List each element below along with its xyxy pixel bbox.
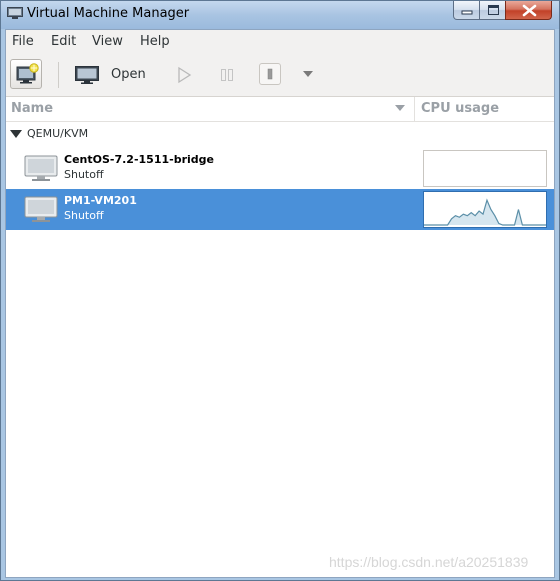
app-window: Virtual Machine Manager File Edit View H… (0, 0, 560, 581)
cpu-usage-graph (423, 191, 547, 228)
minimize-icon (461, 10, 473, 15)
vm-monitor-icon (24, 155, 58, 181)
power-icon (267, 68, 273, 80)
maximize-icon (488, 5, 499, 15)
cpu-usage-graph (423, 150, 547, 187)
menu-file[interactable]: File (12, 34, 34, 49)
new-vm-icon (16, 63, 39, 84)
close-button[interactable] (505, 1, 552, 20)
expander-arrow-icon[interactable] (10, 130, 22, 138)
column-name-header[interactable]: Name (11, 101, 53, 116)
vm-row[interactable]: PM1-VM201 Shutoff (6, 189, 554, 230)
menu-edit[interactable]: Edit (51, 34, 76, 49)
cpu-graph-area (424, 200, 546, 225)
app-icon (7, 7, 23, 19)
vm-row[interactable]: CentOS-7.2-1511-bridge Shutoff (6, 148, 554, 189)
vm-monitor-icon (24, 196, 58, 222)
pause-icon[interactable] (219, 66, 235, 84)
vm-name: PM1-VM201 (64, 194, 137, 207)
connection-label: QEMU/KVM (27, 127, 89, 140)
title-bar[interactable]: Virtual Machine Manager (1, 1, 559, 29)
column-header: Name CPU usage (6, 97, 554, 122)
menu-bar: File Edit View Help (6, 30, 554, 54)
sort-arrow-icon[interactable] (395, 105, 405, 111)
vm-name: CentOS-7.2-1511-bridge (64, 153, 214, 166)
column-divider[interactable] (414, 97, 415, 121)
vm-status: Shutoff (64, 168, 104, 181)
monitor-icon[interactable] (75, 66, 99, 84)
chevron-down-icon[interactable] (302, 70, 314, 78)
toolbar-separator (58, 62, 59, 88)
maximize-button[interactable] (479, 1, 506, 20)
open-button[interactable]: Open (111, 67, 146, 82)
minimize-button[interactable] (453, 1, 480, 20)
menu-help[interactable]: Help (140, 34, 170, 49)
window-title: Virtual Machine Manager (27, 6, 190, 21)
column-cpu-header[interactable]: CPU usage (421, 101, 499, 116)
play-icon[interactable] (176, 66, 192, 84)
new-vm-button[interactable] (10, 59, 42, 89)
vm-status: Shutoff (64, 209, 104, 222)
shutdown-button[interactable] (259, 63, 281, 85)
client-area: File Edit View Help Open Name CPU usage … (5, 29, 555, 578)
menu-view[interactable]: View (92, 34, 123, 49)
close-icon (522, 4, 537, 17)
watermark: https://blog.csdn.net/a20251839 (329, 554, 529, 570)
connection-row[interactable]: QEMU/KVM (6, 122, 554, 146)
toolbar: Open (6, 54, 554, 97)
